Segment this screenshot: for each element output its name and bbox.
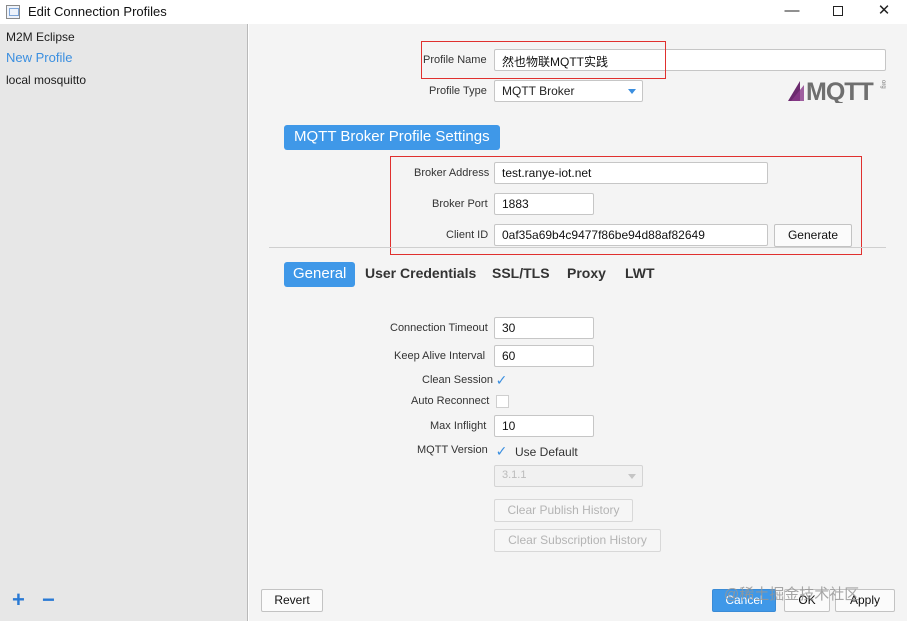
minimize-button[interactable]: — <box>769 0 815 24</box>
tab-general[interactable]: General <box>284 262 356 287</box>
remove-profile-button[interactable]: − <box>42 589 55 611</box>
broker-port-label: Broker Port <box>432 198 488 210</box>
profile-item-local-mosquitto[interactable]: local mosquitto <box>6 73 86 87</box>
profile-type-value: MQTT Broker <box>502 84 575 98</box>
maximize-icon <box>833 6 843 16</box>
mqtt-logo-text: MQTT <box>806 78 874 103</box>
window-title: Edit Connection Profiles <box>28 4 167 19</box>
add-profile-button[interactable]: + <box>12 589 25 611</box>
broker-address-input[interactable]: test.ranye-iot.net <box>494 162 768 184</box>
profile-type-select[interactable]: MQTT Broker <box>494 80 643 102</box>
keep-alive-input[interactable]: 60 <box>494 345 594 367</box>
mqtt-version-select: 3.1.1 <box>494 465 643 487</box>
mqtt-logo: MQTT org <box>788 78 886 103</box>
client-id-input[interactable]: 0af35a69b4c9477f86be94d88af82649 <box>494 224 768 246</box>
section-divider <box>269 247 886 248</box>
use-default-label: Use Default <box>515 445 578 459</box>
connection-timeout-input[interactable]: 30 <box>494 317 594 339</box>
title-bar: Edit Connection Profiles — ✕ <box>0 0 907 24</box>
clean-session-label: Clean Session <box>422 374 493 386</box>
revert-button[interactable]: Revert <box>261 589 323 612</box>
clear-publish-history-button: Clear Publish History <box>494 499 633 522</box>
watermark: @稀土掘金技术社区 <box>724 586 860 603</box>
profile-list: M2M Eclipse New Profile local mosquitto … <box>0 24 248 621</box>
auto-reconnect-checkbox[interactable] <box>496 395 509 408</box>
client-id-label: Client ID <box>446 229 489 241</box>
tab-user-credentials[interactable]: User Credentials <box>356 262 485 287</box>
app-icon <box>6 5 20 19</box>
chevron-down-icon <box>628 89 636 94</box>
chevron-down-icon <box>628 474 636 479</box>
profile-item-m2m-eclipse[interactable]: M2M Eclipse <box>6 30 75 44</box>
clear-subscription-history-button: Clear Subscription History <box>494 529 661 552</box>
close-button[interactable]: ✕ <box>861 0 907 24</box>
profile-item-new-profile[interactable]: New Profile <box>6 50 72 65</box>
maximize-button[interactable] <box>815 0 861 24</box>
highlight-box-profile-name <box>421 41 666 79</box>
mqtt-version-label: MQTT Version <box>417 444 488 456</box>
tab-ssl-tls[interactable]: SSL/TLS <box>483 262 559 287</box>
mqtt-version-value: 3.1.1 <box>502 469 527 481</box>
broker-settings-header[interactable]: MQTT Broker Profile Settings <box>284 125 500 150</box>
generate-button[interactable]: Generate <box>774 224 852 247</box>
tab-lwt[interactable]: LWT <box>616 262 664 287</box>
broker-address-label: Broker Address <box>414 167 490 179</box>
use-default-checkbox[interactable]: ✓ <box>495 444 508 458</box>
profile-editor: Profile Name 然也物联MQTT实践 Profile Type MQT… <box>249 24 907 621</box>
connection-timeout-label: Connection Timeout <box>390 322 488 334</box>
clean-session-checkbox[interactable]: ✓ <box>495 373 508 387</box>
max-inflight-input[interactable]: 10 <box>494 415 594 437</box>
mqtt-logo-org: org <box>880 80 886 89</box>
profile-type-label: Profile Type <box>429 85 487 97</box>
auto-reconnect-label: Auto Reconnect <box>411 395 490 407</box>
broker-port-input[interactable]: 1883 <box>494 193 594 215</box>
tab-proxy[interactable]: Proxy <box>558 262 615 287</box>
max-inflight-label: Max Inflight <box>430 420 487 432</box>
keep-alive-label: Keep Alive Interval <box>394 350 486 362</box>
